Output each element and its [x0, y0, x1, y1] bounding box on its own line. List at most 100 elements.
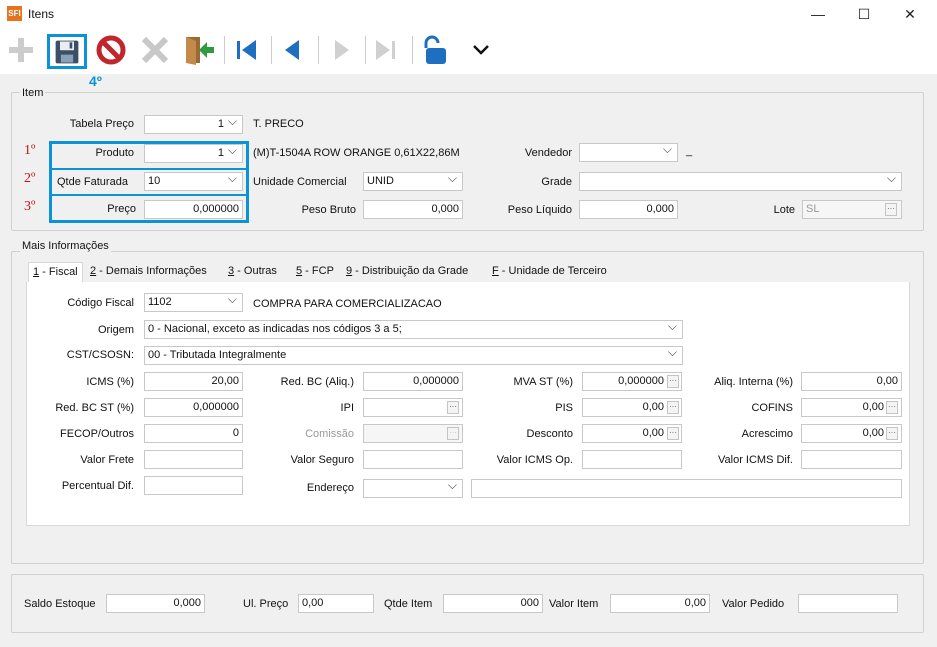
title-bar: SFI Itens — ☐ ✕ — [0, 0, 937, 28]
exit-icon[interactable] — [183, 34, 215, 66]
ipi-label: IPI — [340, 402, 354, 414]
aliq-interna-label: Aliq. Interna (%) — [714, 376, 793, 388]
desconto-button[interactable]: ··· — [667, 427, 679, 440]
tab-bar: 1 - Fiscal 2 - Demais Informações 3 - Ou… — [26, 262, 911, 282]
tabela-preco-select[interactable]: 1 — [144, 115, 243, 134]
preco-input[interactable]: 0,000000 — [144, 200, 243, 219]
saldo-estoque-input[interactable]: 0,000 — [106, 594, 205, 613]
cancel-icon[interactable] — [95, 34, 127, 66]
app-logo: SFI — [7, 6, 22, 21]
cofins-label: COFINS — [751, 402, 793, 414]
maximize-button[interactable]: ☐ — [849, 4, 879, 24]
peso-bruto-input[interactable]: 0,000 — [363, 200, 463, 219]
peso-liquido-input[interactable]: 0,000 — [579, 200, 678, 219]
valor-pedido-label: Valor Pedido — [722, 598, 785, 610]
add-icon[interactable] — [5, 34, 37, 66]
tab-unidade-terceiro[interactable]: F - Unidade de Terceiro — [488, 262, 611, 282]
step-4-annotation: 4º — [89, 73, 102, 89]
tab-demais-informacoes[interactable]: 2 - Demais Informações — [86, 262, 211, 282]
saldo-estoque-label: Saldo Estoque — [24, 598, 96, 610]
delete-icon[interactable] — [139, 34, 171, 66]
chevron-down-icon[interactable] — [472, 42, 490, 58]
acrescimo-label: Acrescimo — [741, 428, 793, 440]
minimize-button[interactable]: — — [803, 4, 833, 24]
last-record-icon[interactable] — [370, 34, 402, 66]
preco-label: Preço — [107, 203, 136, 215]
valor-item-input[interactable]: 0,00 — [610, 594, 710, 613]
step-3-annotation: 3º — [24, 199, 36, 214]
produto-desc: (M)T-1504A ROW ORANGE 0,61X22,86M — [253, 147, 460, 159]
origem-label: Origem — [97, 324, 134, 336]
save-button[interactable] — [47, 34, 87, 69]
codigo-fiscal-desc: COMPRA PARA COMERCIALIZACAO — [253, 298, 442, 310]
mais-informacoes-legend: Mais Informações — [20, 240, 111, 252]
ipi-button[interactable]: ··· — [447, 401, 459, 414]
percentual-dif-input[interactable] — [144, 476, 243, 495]
valor-icms-op-label: Valor ICMS Op. — [496, 454, 573, 466]
ul-preco-input[interactable]: 0,00 — [298, 594, 374, 613]
codigo-fiscal-select[interactable]: 1102 — [144, 293, 243, 312]
peso-bruto-label: Peso Bruto — [301, 204, 356, 216]
valor-icms-op-input[interactable] — [582, 450, 682, 469]
icms-input[interactable]: 20,00 — [144, 372, 243, 391]
red-bc-st-label: Red. BC ST (%) — [55, 402, 134, 414]
valor-seguro-input[interactable] — [363, 450, 463, 469]
next-record-icon[interactable] — [325, 34, 357, 66]
endereco-select[interactable] — [363, 479, 463, 498]
lote-lookup-button[interactable]: ··· — [885, 203, 897, 216]
window-title: Itens — [28, 7, 55, 21]
red-bc-st-input[interactable]: 0,000000 — [144, 398, 243, 417]
vendedor-label: Vendedor — [524, 147, 572, 159]
ul-preco-label: Ul. Preço — [243, 598, 289, 610]
unlock-icon[interactable] — [420, 34, 452, 66]
tabela-preco-label: Tabela Preço — [69, 118, 134, 130]
origem-select[interactable]: 0 - Nacional, exceto as indicadas nos có… — [144, 320, 683, 339]
vendedor-select[interactable] — [579, 143, 678, 162]
tab-distribuicao-grade[interactable]: 9 - Distribuição da Grade — [342, 262, 472, 282]
vendedor-desc: _ — [686, 145, 693, 157]
fecop-input[interactable]: 0 — [144, 424, 243, 443]
unidade-comercial-label: Unidade Comercial — [253, 176, 347, 188]
cst-csosn-select[interactable]: 00 - Tributada Integralmente — [144, 346, 683, 365]
save-icon — [55, 40, 79, 64]
percentual-dif-label: Percentual Dif. — [61, 480, 134, 492]
cofins-button[interactable]: ··· — [886, 401, 898, 414]
step-2-annotation: 2º — [24, 171, 36, 186]
aliq-interna-input[interactable]: 0,00 — [801, 372, 902, 391]
valor-icms-dif-label: Valor ICMS Dif. — [718, 454, 793, 466]
qtde-faturada-label: Qtde Faturada — [57, 176, 128, 188]
grade-label: Grade — [541, 176, 572, 188]
valor-icms-dif-input[interactable] — [801, 450, 902, 469]
grade-select[interactable] — [579, 172, 902, 191]
red-bc-aliq-input[interactable]: 0,000000 — [363, 372, 463, 391]
valor-frete-label: Valor Frete — [80, 454, 134, 466]
pis-button[interactable]: ··· — [667, 401, 679, 414]
lote-label: Lote — [773, 204, 795, 216]
tab-fcp[interactable]: 5 - FCP — [292, 262, 338, 282]
mva-st-button[interactable]: ··· — [667, 375, 679, 388]
qtde-faturada-input[interactable]: 10 — [144, 172, 243, 191]
comissao-button[interactable]: ··· — [447, 427, 459, 440]
mva-st-label: MVA ST (%) — [513, 376, 574, 388]
qtde-item-input[interactable]: 000 — [443, 594, 543, 613]
acrescimo-button[interactable]: ··· — [886, 427, 898, 440]
tab-fiscal[interactable]: 1 - Fiscal — [28, 262, 83, 282]
cst-csosn-label: CST/CSOSN: — [66, 349, 134, 361]
valor-item-label: Valor Item — [549, 598, 599, 610]
valor-seguro-label: Valor Seguro — [290, 454, 354, 466]
close-button[interactable]: ✕ — [895, 4, 925, 24]
previous-record-icon[interactable] — [277, 34, 309, 66]
produto-label: Produto — [95, 147, 134, 159]
endereco-desc-field[interactable] — [471, 479, 902, 498]
unidade-comercial-select[interactable]: UNID — [363, 172, 463, 191]
pis-label: PIS — [555, 402, 573, 414]
first-record-icon[interactable] — [230, 34, 262, 66]
produto-select[interactable]: 1 — [144, 144, 243, 163]
step-1-annotation: 1º — [24, 143, 36, 158]
tab-outras[interactable]: 3 - Outras — [224, 262, 281, 282]
valor-pedido-input[interactable] — [798, 594, 898, 613]
desconto-label: Desconto — [526, 428, 573, 440]
valor-frete-input[interactable] — [144, 450, 243, 469]
codigo-fiscal-label: Código Fiscal — [67, 297, 134, 309]
peso-liquido-label: Peso Líquido — [507, 204, 572, 216]
